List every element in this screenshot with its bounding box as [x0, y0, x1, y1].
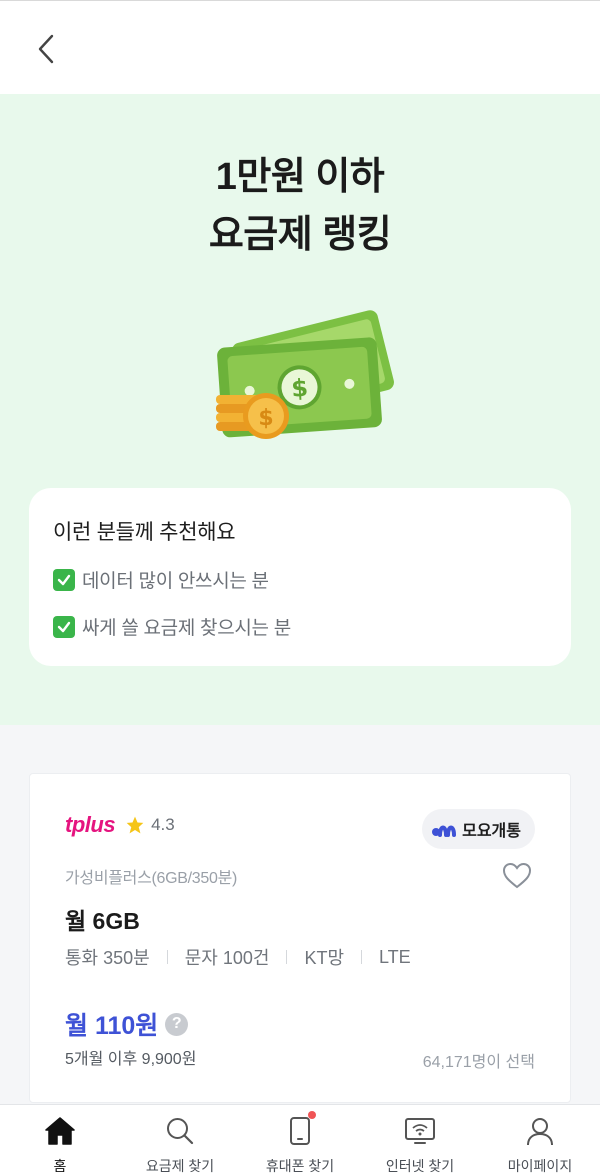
- bottom-nav: 홈 요금제 찾기 휴대폰 찾기 인터넷 찾기 마이페이지: [0, 1104, 600, 1176]
- page-title: 1만원 이하 요금제 랭킹: [0, 148, 600, 264]
- spec-divider: [166, 950, 168, 964]
- page-title-line1: 1만원 이하: [215, 156, 385, 198]
- recommend-title: 이런 분들께 추천해요: [53, 521, 236, 544]
- help-icon[interactable]: ?: [165, 1012, 189, 1036]
- phone-icon: [290, 1116, 310, 1145]
- top-bar: [0, 0, 600, 94]
- nav-label: 인터넷 찾기: [385, 1158, 455, 1174]
- nav-item-mypage[interactable]: 마이페이지: [480, 1105, 600, 1176]
- nav-label: 휴대폰 찾기: [265, 1158, 335, 1174]
- home-icon: [45, 1116, 75, 1145]
- wifi-monitor-icon: [405, 1117, 435, 1144]
- nav-item-plan-search[interactable]: 요금제 찾기: [120, 1105, 240, 1176]
- moyo-logo-icon: [432, 825, 457, 837]
- spec-call: 통화 350분: [65, 948, 150, 968]
- search-icon: [167, 1117, 194, 1144]
- spec-network: KT망: [304, 948, 344, 968]
- nav-item-internet-search[interactable]: 인터넷 찾기: [360, 1105, 480, 1176]
- money-bills-coins-icon: $ $: [216, 310, 394, 439]
- moyo-open-badge: 모요개통: [422, 809, 535, 849]
- nav-item-phone-search[interactable]: 휴대폰 찾기: [240, 1105, 360, 1176]
- recommend-card: 이런 분들께 추천해요 데이터 많이 안쓰시는 분 싸게 쓸 요금제 찾으시는 …: [29, 488, 571, 666]
- user-icon: [527, 1117, 553, 1145]
- spec-divider: [361, 950, 362, 964]
- back-button[interactable]: [28, 31, 64, 67]
- svg-text:$: $: [290, 374, 309, 403]
- hero-section: 1만원 이하 요금제 랭킹 $ $ 이런 분들께 추천해요 데이터 많이 안쓰시…: [0, 94, 600, 725]
- check-box-icon: [53, 615, 75, 638]
- price-row: 월 110원 ?: [65, 1006, 189, 1042]
- check-box-icon: [53, 568, 75, 591]
- moyo-badge-label: 모요개통: [462, 823, 521, 840]
- plan-data-amount: 월 6GB: [65, 908, 140, 934]
- recommend-item-label: 싸게 쓸 요금제 찾으시는 분: [82, 618, 291, 639]
- chevron-left-icon: [38, 34, 54, 64]
- nav-item-home[interactable]: 홈: [0, 1105, 120, 1176]
- brand-row: tplus 4.3: [65, 812, 175, 838]
- spec-sms: 문자 100건: [184, 948, 270, 968]
- nav-label: 마이페이지: [507, 1158, 573, 1174]
- notification-dot: [308, 1111, 316, 1119]
- star-icon: [126, 816, 144, 834]
- recommend-item-label: 데이터 많이 안쓰시는 분: [82, 571, 269, 592]
- selected-count: 64,171명이 선택: [422, 1054, 535, 1071]
- plan-specs: 통화 350분 문자 100건 KT망 LTE: [65, 944, 411, 970]
- spec-divider: [286, 950, 288, 964]
- svg-text:$: $: [258, 406, 273, 431]
- plan-name: 가성비플러스(6GB/350분): [65, 870, 238, 887]
- recommend-item: 데이터 많이 안쓰시는 분: [53, 566, 547, 593]
- recommend-item: 싸게 쓸 요금제 찾으시는 분: [53, 613, 547, 640]
- nav-label: 요금제 찾기: [145, 1158, 215, 1174]
- after-price: 5개월 이후 9,900원: [65, 1051, 197, 1068]
- heart-icon[interactable]: [502, 862, 532, 890]
- plan-price: 월 110원: [65, 1012, 159, 1040]
- spec-type: LTE: [379, 946, 411, 967]
- nav-label: 홈: [53, 1158, 67, 1174]
- page-title-line2: 요금제 랭킹: [208, 214, 392, 256]
- rating-value: 4.3: [151, 815, 175, 834]
- plan-card[interactable]: tplus 4.3 모요개통 가성비플러스(6GB/350분) 월 6GB 통화…: [29, 773, 571, 1103]
- brand-logo: tplus: [65, 812, 116, 837]
